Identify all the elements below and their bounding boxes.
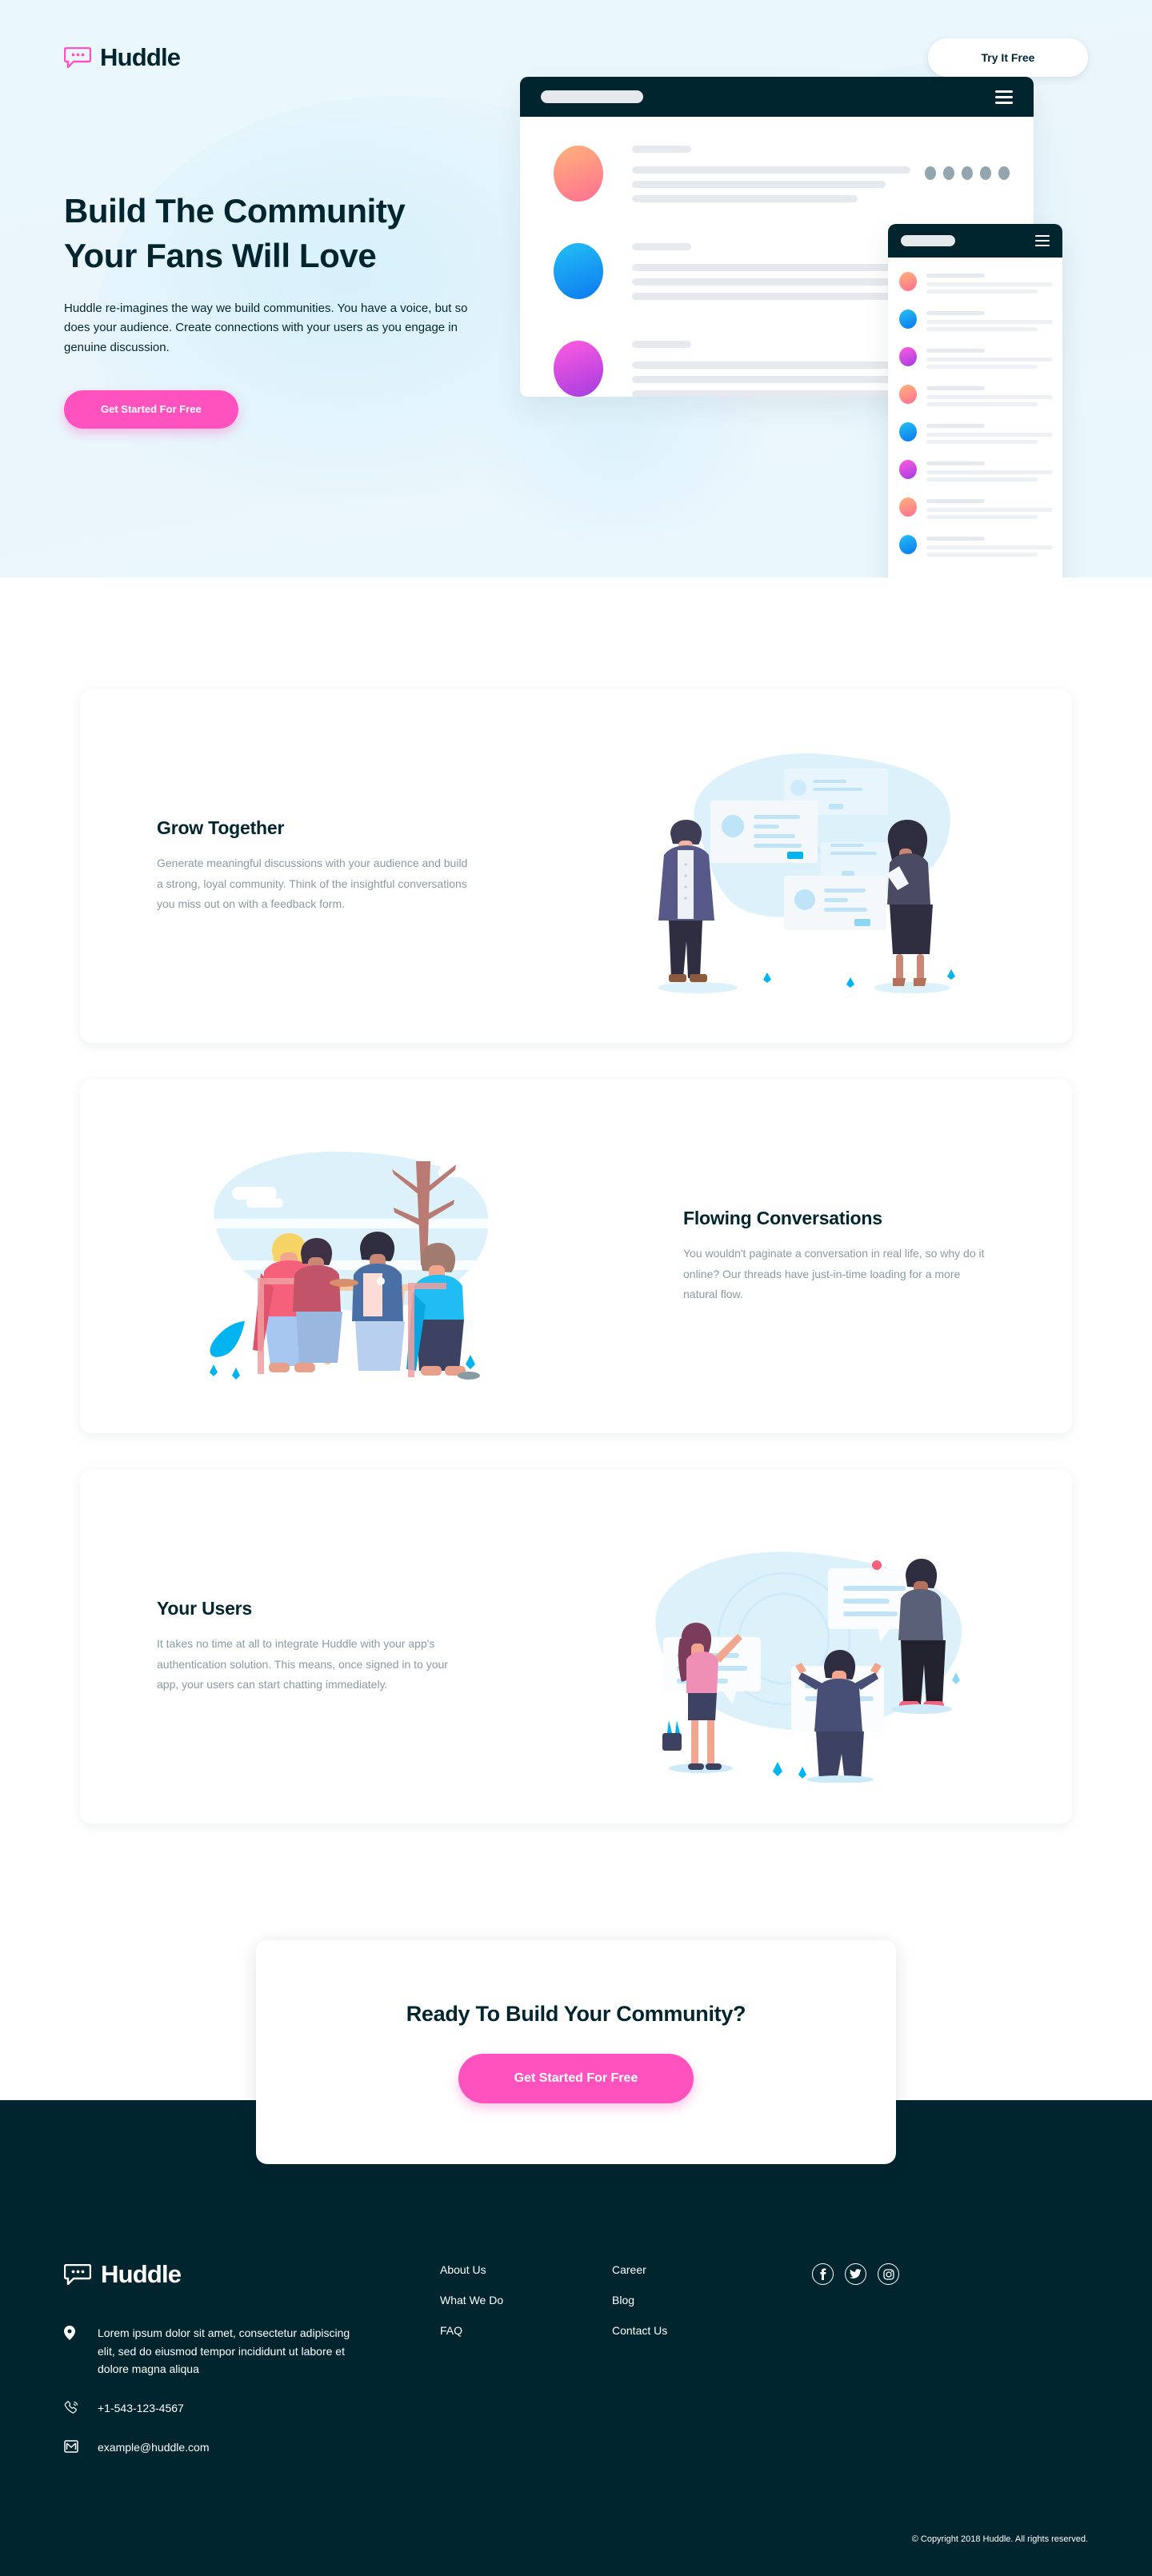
mockup-phone-window [888, 224, 1062, 577]
hero-title: Build The Community Your Fans Will Love [64, 189, 440, 278]
footer-copyright: © Copyright 2018 Huddle. All rights rese… [911, 2534, 1088, 2545]
features-section: Grow Together Generate meaningful discus… [0, 577, 1152, 1823]
feature-copy: Grow Together Generate meaningful discus… [80, 817, 528, 914]
mockup-phone-list [888, 258, 1062, 560]
flowing-conversations-illustration [80, 1112, 624, 1400]
try-it-free-button[interactable]: Try It Free [928, 38, 1088, 77]
footer-phone-text: +1-543-123-4567 [98, 2402, 184, 2415]
list-item [899, 310, 1053, 334]
envelope-icon [64, 2439, 80, 2453]
footer-phone[interactable]: +1-543-123-4567 [64, 2399, 440, 2418]
location-pin-icon [64, 2326, 80, 2340]
footer-logo[interactable]: Huddle [64, 2260, 440, 2289]
footer-brand-column: Huddle Lorem ipsum dolor sit amet, conse… [64, 2260, 440, 2477]
avatar [899, 347, 917, 366]
footer-link-faq[interactable]: FAQ [440, 2324, 612, 2337]
footer-grid: Huddle Lorem ipsum dolor sit amet, conse… [64, 2260, 1088, 2477]
hero-section: Huddle Try It Free Build The Community Y… [0, 0, 1152, 577]
site-footer: Huddle Lorem ipsum dolor sit amet, conse… [0, 2100, 1152, 2576]
avatar [899, 535, 917, 554]
footer-email[interactable]: example@huddle.com [64, 2438, 440, 2457]
facebook-icon[interactable] [812, 2263, 834, 2285]
your-users-illustration [528, 1503, 1072, 1791]
hero-get-started-button[interactable]: Get Started For Free [64, 389, 238, 429]
avatar [554, 146, 603, 202]
mockup-reaction-dots [925, 146, 1010, 180]
feature-card-your-users: Your Users It takes no time at all to in… [80, 1470, 1072, 1823]
avatar [554, 341, 603, 397]
feature-copy: Your Users It takes no time at all to in… [80, 1598, 528, 1695]
cta-section: Ready To Build Your Community? Get Start… [0, 1860, 1152, 2164]
feature-description: You wouldn't paginate a conversation in … [683, 1247, 985, 1301]
avatar [899, 385, 917, 404]
avatar [899, 422, 917, 441]
footer-link-blog[interactable]: Blog [612, 2294, 812, 2306]
instagram-icon[interactable] [878, 2263, 899, 2285]
footer-email-text: example@huddle.com [98, 2440, 210, 2454]
mockup-phone-address-pill [901, 235, 955, 246]
list-item [899, 535, 1053, 560]
twitter-icon[interactable] [845, 2263, 866, 2285]
hamburger-menu-icon[interactable] [1035, 235, 1050, 246]
avatar [899, 497, 917, 517]
feature-description: It takes no time at all to integrate Hud… [157, 1637, 448, 1691]
hero-paragraph: Huddle re-imagines the way we build comm… [64, 301, 468, 355]
feature-title: Grow Together [157, 817, 285, 839]
footer-address: Lorem ipsum dolor sit amet, consectetur … [64, 2324, 440, 2378]
avatar [554, 243, 603, 299]
list-item [899, 460, 1053, 485]
logo[interactable]: Huddle [64, 43, 181, 72]
avatar [899, 310, 917, 329]
footer-link-career[interactable]: Career [612, 2263, 812, 2276]
cta-title: Ready To Build Your Community? [406, 2001, 746, 2026]
footer-social-links [812, 2260, 1088, 2477]
footer-address-text: Lorem ipsum dolor sit amet, consectetur … [98, 2326, 350, 2376]
footer-link-contact-us[interactable]: Contact Us [612, 2324, 812, 2337]
footer-link-about-us[interactable]: About Us [440, 2263, 612, 2276]
mockup-titlebar [520, 77, 1034, 117]
mockup-phone-titlebar [888, 224, 1062, 258]
hero-title-line-2: Your Fans Will Love [64, 236, 377, 274]
chat-bubble-icon [64, 2264, 91, 2285]
feature-title: Flowing Conversations [683, 1208, 882, 1229]
list-item [899, 385, 1053, 409]
list-item [899, 497, 1053, 522]
feature-card-flowing-conversations: Flowing Conversations You wouldn't pagin… [80, 1080, 1072, 1433]
hero-body: Build The Community Your Fans Will Love … [0, 77, 1152, 577]
grow-together-illustration [528, 722, 1072, 1010]
footer-logo-text: Huddle [101, 2260, 182, 2288]
footer-links-column-2: Career Blog Contact Us [612, 2260, 812, 2477]
mockup-row [554, 146, 1010, 210]
list-item [899, 422, 1053, 447]
feature-card-grow-together: Grow Together Generate meaningful discus… [80, 689, 1072, 1043]
avatar [899, 272, 917, 291]
hamburger-menu-icon[interactable] [995, 90, 1013, 104]
logo-text: Huddle [100, 43, 181, 71]
hero-title-line-1: Build The Community [64, 192, 406, 230]
chat-bubble-icon [64, 47, 91, 68]
cta-card: Ready To Build Your Community? Get Start… [256, 1940, 896, 2164]
cta-get-started-button[interactable]: Get Started For Free [458, 2053, 694, 2103]
feature-copy: Flowing Conversations You wouldn't pagin… [624, 1208, 1072, 1304]
footer-links-column-1: About Us What We Do FAQ [440, 2260, 612, 2477]
list-item [899, 272, 1053, 297]
site-header: Huddle Try It Free [0, 0, 1152, 77]
footer-link-what-we-do[interactable]: What We Do [440, 2294, 612, 2306]
hero-copy: Build The Community Your Fans Will Love … [64, 165, 496, 429]
mockup-text-lines [632, 146, 910, 210]
hero-illustration [520, 77, 1088, 577]
list-item [899, 347, 1053, 372]
feature-description: Generate meaningful discussions with you… [157, 857, 468, 911]
phone-icon [64, 2401, 80, 2415]
mockup-address-pill [541, 90, 643, 103]
avatar [899, 460, 917, 479]
feature-title: Your Users [157, 1598, 253, 1619]
